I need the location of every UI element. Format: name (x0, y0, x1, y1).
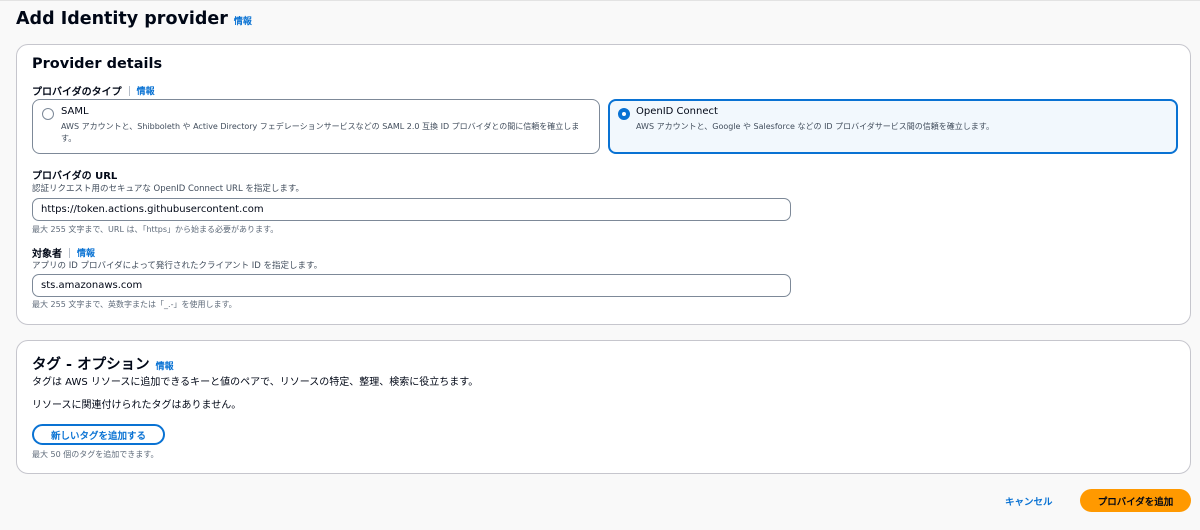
saml-option-tile[interactable]: SAML AWS アカウントと、Shibboleth や Active Dire… (32, 99, 600, 154)
tags-title: タグ - オプション (32, 357, 150, 373)
label-separator (128, 85, 130, 96)
tags-empty-text: リソースに関連付けられたタグはありません。 (32, 400, 242, 411)
label-separator (69, 247, 70, 258)
provider-url-label-text: プロバイダの URL (32, 171, 118, 182)
add-provider-button[interactable]: プロバイダを追加 (1080, 489, 1191, 512)
provider-details-panel: Provider details プロバイダのタイプ 情報 SAML AWS ア… (16, 44, 1191, 325)
provider-url-hint: 最大 255 文字まで、URL は、「https」から始まる必要があります。 (32, 225, 279, 234)
provider-url-input[interactable] (32, 198, 791, 221)
openid-connect-option-description: AWS アカウントと、Google や Salesforce などの ID プロ… (636, 122, 995, 131)
provider-details-title: Provider details (32, 56, 163, 72)
saml-option-description: AWS アカウントと、Shibboleth や Active Directory… (61, 122, 580, 143)
provider-type-label: プロバイダのタイプ 情報 (32, 83, 155, 98)
provider-type-label-text: プロバイダのタイプ (32, 87, 122, 98)
tags-info-link[interactable]: 情報 (156, 359, 174, 372)
provider-url-description: 認証リクエスト用のセキュアな OpenID Connect URL を指定します… (32, 184, 305, 194)
saml-radio[interactable] (42, 108, 54, 120)
audience-input[interactable] (32, 274, 791, 297)
page-title: Add Identity provider (16, 9, 228, 29)
cancel-button[interactable]: キャンセル (1005, 494, 1053, 508)
add-tag-button[interactable]: 新しいタグを追加する (32, 424, 165, 445)
saml-option-title: SAML (61, 106, 89, 117)
page-header: Add Identity provider 情報 (16, 9, 252, 29)
tags-header: タグ - オプション 情報 (32, 353, 174, 374)
provider-type-info-link[interactable]: 情報 (137, 84, 155, 97)
audience-hint: 最大 255 文字まで、英数字または「_.-」を使用します。 (32, 300, 237, 309)
tags-description: タグは AWS リソースに追加できるキーと値のペアで、リソースの特定、整理、検索… (32, 377, 479, 388)
openid-connect-option-title: OpenID Connect (636, 106, 718, 117)
openid-connect-radio[interactable] (618, 108, 630, 120)
tags-hint: 最大 50 個のタグを追加できます。 (32, 450, 159, 459)
audience-label: 対象者 情報 (32, 245, 95, 260)
tags-panel: タグ - オプション 情報 タグは AWS リソースに追加できるキーと値のペアで… (16, 340, 1191, 474)
audience-description: アプリの ID プロバイダによって発行されたクライアント ID を指定します。 (32, 261, 323, 271)
openid-connect-option-tile[interactable]: OpenID Connect AWS アカウントと、Google や Sales… (608, 99, 1178, 154)
page-info-link[interactable]: 情報 (234, 14, 252, 27)
provider-url-label: プロバイダの URL (32, 167, 117, 182)
audience-info-link[interactable]: 情報 (77, 246, 95, 259)
top-divider (0, 0, 1200, 1)
audience-label-text: 対象者 (32, 249, 62, 260)
